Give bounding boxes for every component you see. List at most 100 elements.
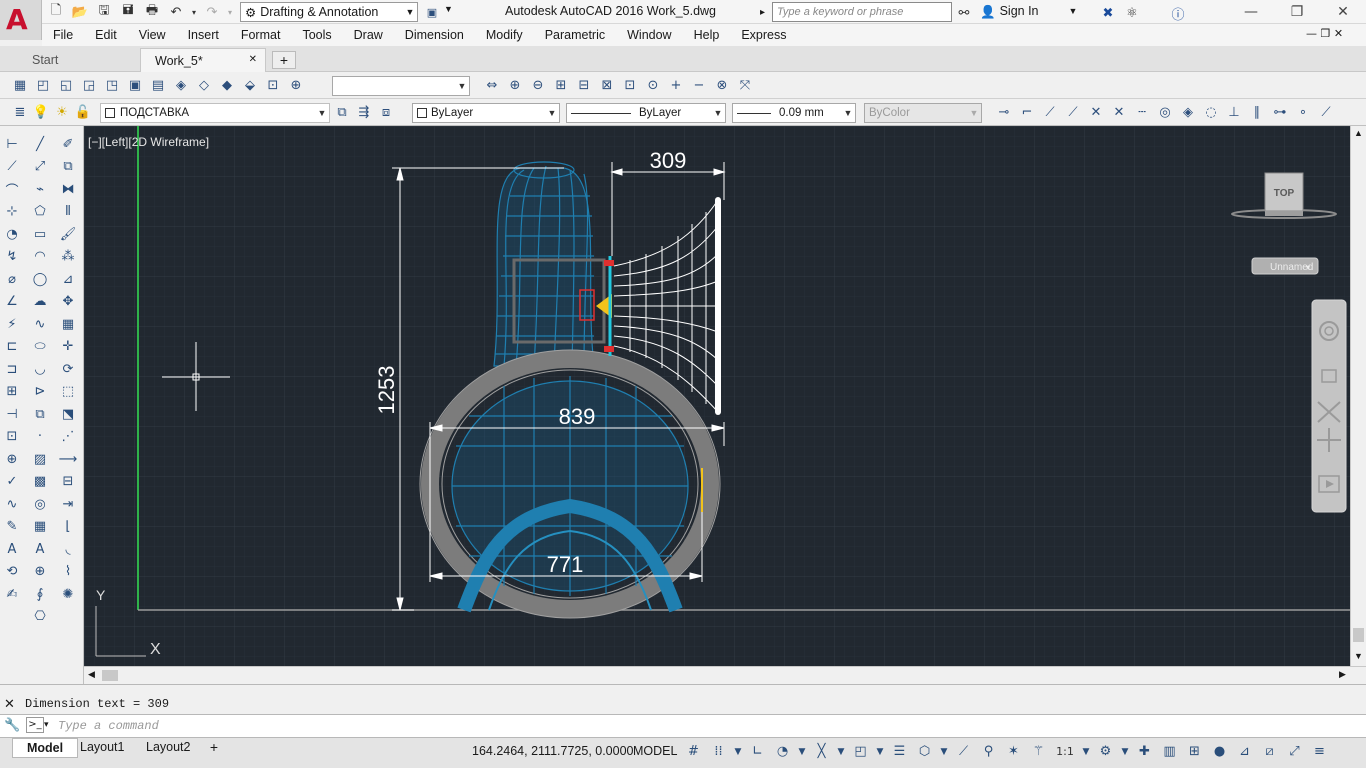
tolerance-icon[interactable]: ⊡ <box>1 427 23 448</box>
snap-apparent-icon[interactable]: ✕ <box>1109 102 1129 122</box>
jogged-dim-icon[interactable]: ↯ <box>1 247 23 268</box>
arc-length-icon[interactable]: ⌒ <box>1 179 23 200</box>
ellipse-icon[interactable]: ⬭ <box>29 337 51 358</box>
continue-dim-icon[interactable]: ⊐ <box>1 359 23 380</box>
open-file-icon[interactable]: 📂 <box>70 2 90 22</box>
object-snap-icon[interactable]: ◰ <box>850 741 871 762</box>
ordinate-dim-icon[interactable]: ⊹ <box>1 202 23 223</box>
erase-icon[interactable]: ✐ <box>57 134 79 155</box>
dim-style-icon[interactable]: ✍ <box>1 584 23 605</box>
move2-icon[interactable]: ✛ <box>57 337 79 358</box>
named-views-icon[interactable]: ▦ <box>10 75 30 95</box>
menu-edit[interactable]: Edit <box>84 28 128 42</box>
expand-search-icon[interactable]: ▸ <box>760 7 772 18</box>
zoom-in-icon[interactable]: + <box>666 75 686 95</box>
chamfer-icon[interactable]: ⌊ <box>57 517 79 538</box>
redo-icon[interactable]: ↷ <box>202 2 222 22</box>
plot-icon[interactable]: 🖶 <box>142 2 162 22</box>
drawing-window-controls[interactable]: — ❐ ✕ <box>1306 27 1343 40</box>
helix-icon[interactable]: ∮ <box>29 584 51 605</box>
lock-ui-icon[interactable]: ● <box>1209 741 1230 762</box>
menu-format[interactable]: Format <box>230 28 292 42</box>
sw-iso-icon[interactable]: ◈ <box>171 75 191 95</box>
chevron-down-icon[interactable]: ▼ <box>836 741 846 762</box>
join-icon[interactable]: ⇥ <box>57 494 79 515</box>
menu-window[interactable]: Window <box>616 28 682 42</box>
save-as-icon[interactable]: 🖬 <box>118 2 138 22</box>
line-icon[interactable]: ╱ <box>29 134 51 155</box>
redo-dropdown-icon[interactable]: ▾ <box>226 2 234 22</box>
prompt-icon[interactable]: >_ <box>26 717 44 733</box>
layer-previous-icon[interactable]: ⇶ <box>354 102 374 122</box>
dim-update-icon[interactable]: ⟲ <box>1 562 23 583</box>
chevron-down-icon[interactable]: ▼ <box>875 741 885 762</box>
menu-insert[interactable]: Insert <box>177 28 230 42</box>
zoom-scale-icon[interactable]: ⊠ <box>597 75 617 95</box>
scale-icon[interactable]: ⬚ <box>57 382 79 403</box>
search-input[interactable]: Type a keyword or phrase <box>772 2 952 22</box>
menu-express[interactable]: Express <box>730 28 797 42</box>
snap-insert-icon[interactable]: ⊶ <box>1270 102 1290 122</box>
angular-dim-icon[interactable]: ∠ <box>1 292 23 313</box>
zoom-object-icon[interactable]: ⊙ <box>643 75 663 95</box>
jogged-linear-icon[interactable]: ∿ <box>1 494 23 515</box>
polyline-icon[interactable]: ⌁ <box>29 179 51 200</box>
isolate-objects-icon[interactable]: ⧄ <box>1259 741 1280 762</box>
ucs-icon[interactable]: ⊕ <box>286 75 306 95</box>
offset-icon[interactable]: ⫴ <box>57 202 79 223</box>
horizontal-scroll-thumb[interactable] <box>102 670 118 681</box>
snap-endpoint-icon[interactable]: ⟋ <box>1040 102 1060 122</box>
break-icon[interactable]: ⊟ <box>57 472 79 493</box>
snap-intersection-icon[interactable]: ✕ <box>1086 102 1106 122</box>
close-icon[interactable]: ✕ <box>4 697 15 712</box>
pan-realtime-icon[interactable]: ⇔ <box>482 75 502 95</box>
snap-tangent-icon[interactable]: ◌ <box>1201 102 1221 122</box>
exchange-apps-icon[interactable]: ✖ <box>1098 3 1118 23</box>
zoom-dynamic-icon[interactable]: ⊟ <box>574 75 594 95</box>
front-view-icon[interactable]: ▣ <box>125 75 145 95</box>
rectangle-icon[interactable]: ▭ <box>29 224 51 245</box>
center-mark-icon[interactable]: ⊕ <box>1 449 23 470</box>
snap-nearest-icon[interactable]: ⟋ <box>1316 102 1336 122</box>
undo-dropdown-icon[interactable]: ▾ <box>190 2 198 22</box>
zoom-out-icon[interactable]: − <box>689 75 709 95</box>
vertical-scroll-thumb[interactable] <box>1353 628 1364 642</box>
add-selected-icon[interactable]: ⊕ <box>29 562 51 583</box>
save-icon[interactable]: 🖫 <box>94 2 114 22</box>
camera-icon[interactable]: ⊡ <box>263 75 283 95</box>
viewport-controls-label[interactable]: [−][Left][2D Wireframe] <box>88 135 209 149</box>
auto-scale-icon[interactable]: ⚚ <box>1028 741 1049 762</box>
move-icon[interactable]: ✥ <box>57 292 79 313</box>
polygon-icon[interactable]: ⬠ <box>29 202 51 223</box>
spline-icon[interactable]: ∿ <box>29 314 51 335</box>
workspace-extra-icon[interactable]: ▣ <box>424 4 440 20</box>
baseline-dim-icon[interactable]: ⊏ <box>1 337 23 358</box>
tab-start[interactable]: Start <box>18 48 72 72</box>
zoom-center-icon[interactable]: ⊡ <box>620 75 640 95</box>
ellipse-arc-icon[interactable]: ◡ <box>29 359 51 380</box>
new-file-icon[interactable]: 🗋 <box>46 2 66 22</box>
add-layout-button[interactable]: + <box>204 740 224 756</box>
left-view-icon[interactable]: ◲ <box>79 75 99 95</box>
selection-cycling-icon[interactable]: ⚲ <box>978 741 999 762</box>
layer-properties-icon[interactable]: ≣ <box>10 102 30 122</box>
diameter-dim-icon[interactable]: ⌀ <box>1 269 23 290</box>
menu-dimension[interactable]: Dimension <box>394 28 475 42</box>
aligned-dim-icon[interactable]: ⟋ <box>1 157 23 178</box>
drawing-viewport[interactable]: 309 1253 839 771 Y X TOP Unnamed ▾ <box>84 126 1350 666</box>
new-tab-button[interactable]: + <box>272 51 296 69</box>
view-combo[interactable]: ▼ <box>332 76 470 96</box>
zoom-window-icon[interactable]: ⊞ <box>551 75 571 95</box>
snap-center-icon[interactable]: ◎ <box>1155 102 1175 122</box>
hatch-icon[interactable]: ▨ <box>29 449 51 470</box>
right-view-icon[interactable]: ◳ <box>102 75 122 95</box>
linear-dim-icon[interactable]: ⊢ <box>1 134 23 155</box>
minimize-button[interactable]: — <box>1228 0 1274 24</box>
trim-icon[interactable]: ⋰ <box>57 427 79 448</box>
chevron-down-icon[interactable]: ▼ <box>1081 741 1091 762</box>
point-icon[interactable]: · <box>29 427 51 448</box>
help-icon[interactable]: ⓘ <box>1168 3 1188 23</box>
inspect-icon[interactable]: ✓ <box>1 472 23 493</box>
navigation-bar[interactable] <box>1311 299 1347 513</box>
color-combo[interactable]: ByLayer ▼ <box>412 103 560 123</box>
